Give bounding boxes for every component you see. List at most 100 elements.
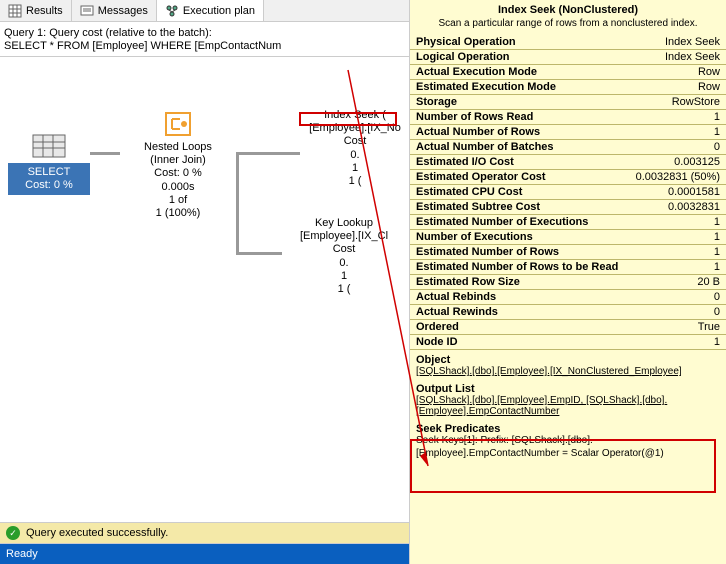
property-row: Actual Execution ModeRow <box>410 65 726 80</box>
property-key: Node ID <box>416 336 458 348</box>
tooltip-panel: Index Seek (NonClustered) Scan a particu… <box>410 0 726 564</box>
property-key: Estimated Number of Rows <box>416 246 559 258</box>
node-label: Nested Loops <box>118 141 238 154</box>
output-list-text: [SQLShack].[dbo].[Employee].EmpID, [SQLS… <box>410 395 726 421</box>
node-cost: Cost: 0 % <box>8 179 90 192</box>
select-node[interactable]: SELECT Cost: 0 % <box>8 131 90 195</box>
property-key: Estimated I/O Cost <box>416 156 514 168</box>
property-row: Number of Executions 1 <box>410 230 726 245</box>
table-icon <box>8 4 22 18</box>
property-key: Actual Number of Rows <box>416 126 540 138</box>
property-value: 1 <box>714 336 720 348</box>
node-rows: 1 <box>300 162 410 175</box>
node-time: 0.000s <box>118 181 238 194</box>
property-key: Actual Rewinds <box>416 306 498 318</box>
property-row: Estimated Number of Executions 1 <box>410 215 726 230</box>
seek-predicates-text: Seek Keys[1]: Prefix: [SQLShack].[dbo]. <box>410 435 726 448</box>
loops-icon <box>158 109 198 139</box>
property-value: 1 <box>714 216 720 228</box>
property-key: Estimated Execution Mode <box>416 81 556 93</box>
connector <box>90 152 120 155</box>
property-key: Storage <box>416 96 457 108</box>
node-label: Key Lookup <box>280 217 408 230</box>
tab-results[interactable]: Results <box>0 0 72 21</box>
property-value: 1 <box>714 231 720 243</box>
property-row: Estimated Number of Rows to be Read1 <box>410 260 726 275</box>
property-key: Estimated Operator Cost <box>416 171 546 183</box>
tab-label: Results <box>26 5 63 17</box>
property-key: Number of Executions <box>416 231 533 243</box>
property-row: Actual Rebinds 0 <box>410 290 726 305</box>
ready-text: Ready <box>6 548 38 560</box>
nested-loops-node[interactable]: Nested Loops (Inner Join) Cost: 0 % 0.00… <box>118 109 238 220</box>
property-value: 0 <box>714 141 720 153</box>
property-value: 0 <box>714 291 720 303</box>
index-seek-node[interactable]: Index Seek ( [Employee].[IX_No Cost 0. 1… <box>300 109 410 188</box>
property-row: Node ID 1 <box>410 335 726 350</box>
property-row: Storage RowStore <box>410 95 726 110</box>
node-pct: 1 (100%) <box>118 207 238 220</box>
key-lookup-node[interactable]: Key Lookup [Employee].[IX_Cl Cost 0. 1 1… <box>280 217 408 296</box>
query-header: Query 1: Query cost (relative to the bat… <box>0 22 409 57</box>
property-row: Estimated Operator Cost0.0032831 (50%) <box>410 170 726 185</box>
property-key: Ordered <box>416 321 459 333</box>
property-row: Logical OperationIndex Seek <box>410 50 726 65</box>
execution-plan-canvas[interactable]: SELECT Cost: 0 % Nested Loops (Inner Joi… <box>0 57 409 522</box>
node-rows: 1 <box>280 270 408 283</box>
property-key: Estimated Number of Executions <box>416 216 588 228</box>
property-row: Estimated I/O Cost 0.003125 <box>410 155 726 170</box>
property-row: Actual Number of Rows 1 <box>410 125 726 140</box>
object-heading: Object <box>410 350 726 366</box>
property-row: Number of Rows Read1 <box>410 110 726 125</box>
node-label: SELECT <box>8 166 90 179</box>
property-row: Estimated Subtree Cost0.0032831 <box>410 200 726 215</box>
node-cost: Cost <box>280 243 408 256</box>
node-pct: 1 ( <box>300 175 410 188</box>
property-value: 1 <box>714 246 720 258</box>
status-success-bar: ✓ Query executed successfully. <box>0 522 409 544</box>
property-row: Estimated Execution ModeRow <box>410 80 726 95</box>
output-list-heading: Output List <box>410 381 726 395</box>
property-value: 0 <box>714 306 720 318</box>
status-ready-bar: Ready <box>0 544 409 564</box>
tooltip-title: Index Seek (NonClustered) <box>410 0 726 16</box>
connector <box>236 152 300 155</box>
node-pct: 1 ( <box>280 283 408 296</box>
property-key: Logical Operation <box>416 51 510 63</box>
object-text: [SQLShack].[dbo].[Employee].[IX_NonClust… <box>410 366 726 381</box>
property-value: 20 B <box>697 276 720 288</box>
property-key: Estimated Row Size <box>416 276 520 288</box>
property-value: 1 <box>714 261 720 273</box>
property-value: RowStore <box>672 96 720 108</box>
property-key: Estimated CPU Cost <box>416 186 522 198</box>
property-row: Actual Rewinds 0 <box>410 305 726 320</box>
property-value: True <box>698 321 720 333</box>
property-value: 1 <box>714 126 720 138</box>
tab-label: Messages <box>98 5 148 17</box>
property-key: Actual Number of Batches <box>416 141 554 153</box>
property-row: Estimated CPU Cost0.0001581 <box>410 185 726 200</box>
tabs-bar: Results Messages Execution plan <box>0 0 409 22</box>
node-sub: (Inner Join) <box>118 154 238 167</box>
property-key: Number of Rows Read <box>416 111 533 123</box>
tab-execution-plan[interactable]: Execution plan <box>157 0 264 21</box>
node-obj: [Employee].[IX_No <box>300 122 410 135</box>
property-key: Actual Rebinds <box>416 291 496 303</box>
status-text: Query executed successfully. <box>26 527 168 539</box>
property-value: 0.003125 <box>674 156 720 168</box>
property-key: Physical Operation <box>416 36 516 48</box>
connector <box>236 252 282 255</box>
node-time: 0. <box>300 149 410 162</box>
property-row: Ordered True <box>410 320 726 335</box>
property-row: Estimated Row Size 20 B <box>410 275 726 290</box>
seek-predicates-text: [Employee].EmpContactNumber = Scalar Ope… <box>410 448 726 461</box>
tab-messages[interactable]: Messages <box>72 0 157 21</box>
property-value: 0.0032831 <box>668 201 720 213</box>
tab-label: Execution plan <box>183 5 255 17</box>
node-time: 0. <box>280 257 408 270</box>
message-icon <box>80 4 94 18</box>
node-obj: [Employee].[IX_Cl <box>280 230 408 243</box>
property-value: Row <box>698 66 720 78</box>
property-row: Estimated Number of Rows 1 <box>410 245 726 260</box>
property-value: Index Seek <box>665 36 720 48</box>
